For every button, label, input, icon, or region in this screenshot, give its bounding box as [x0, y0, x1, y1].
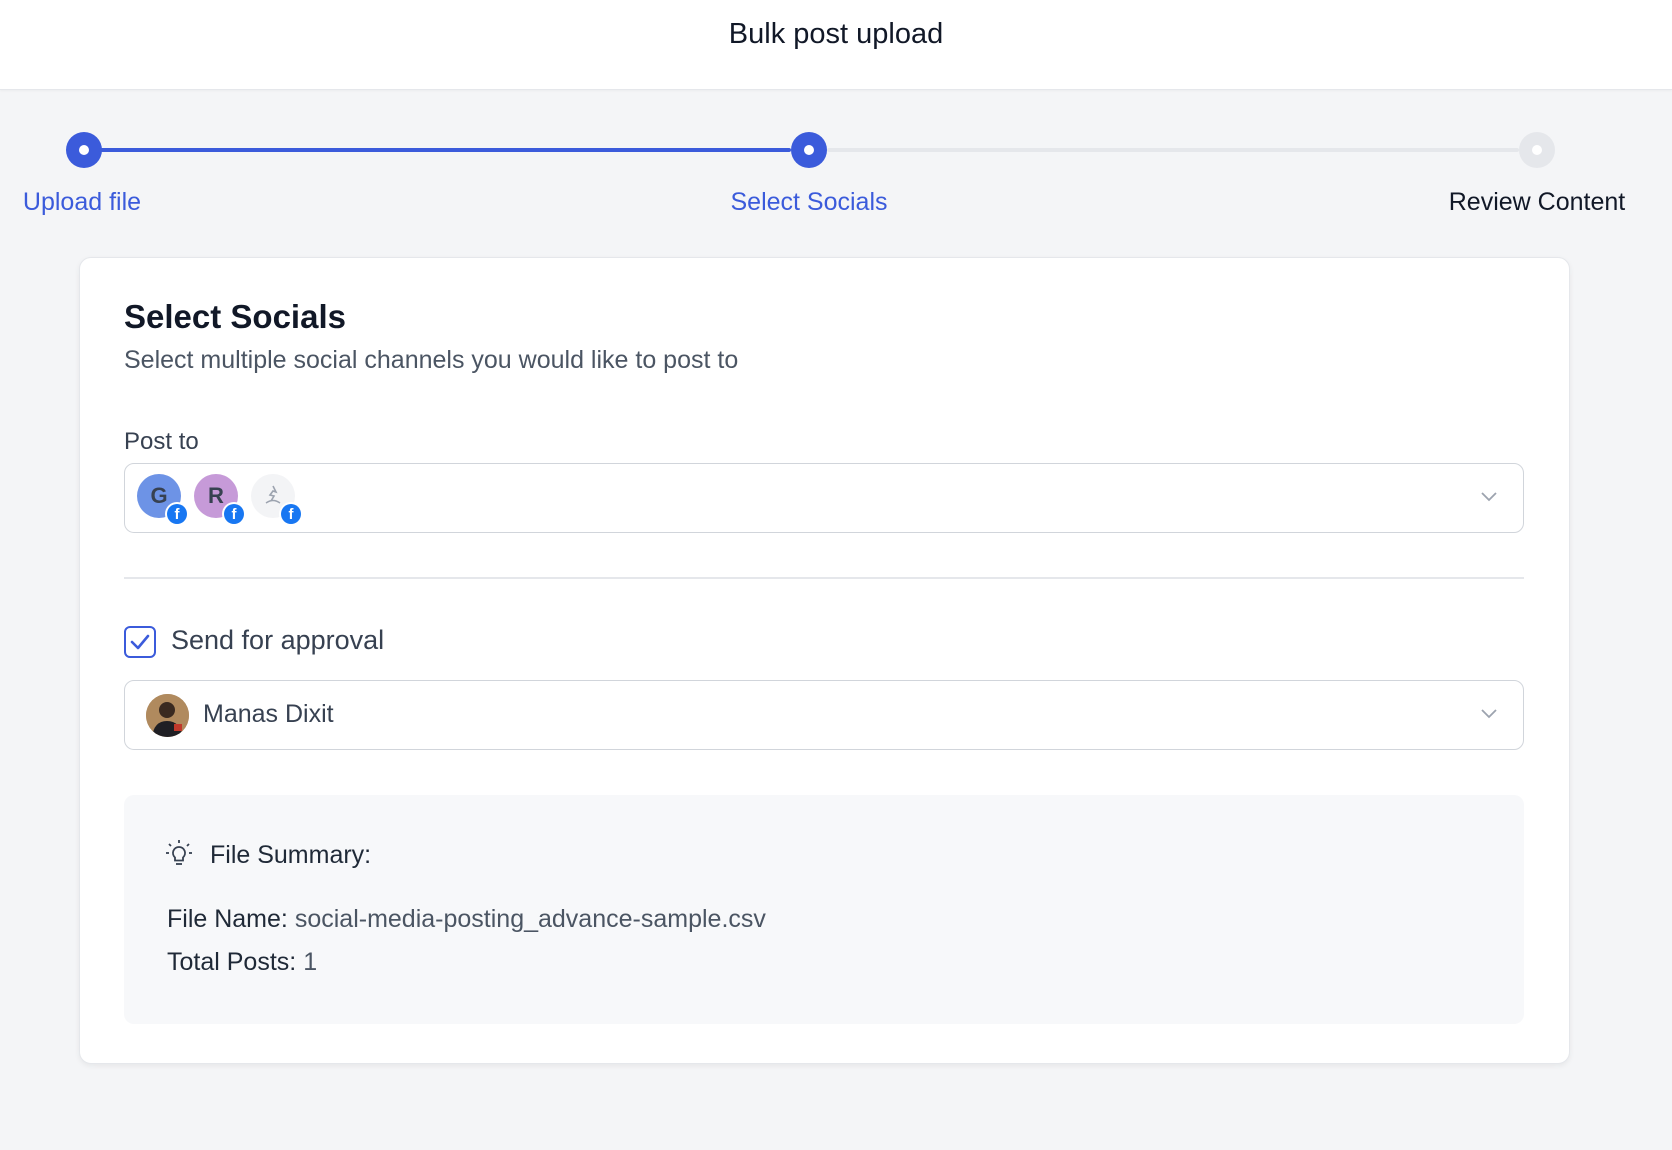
card-title: Select Socials — [124, 298, 346, 335]
chevron-down-icon[interactable] — [1479, 703, 1499, 723]
file-name-value: social-media-posting_advance-sample.csv — [294, 905, 766, 933]
channel-avatar[interactable]: f — [251, 474, 303, 526]
step-connector-completed — [99, 148, 791, 152]
select-socials-card: Select Socials Select multiple social ch… — [79, 257, 1570, 1064]
send-for-approval-checkbox[interactable] — [124, 626, 156, 658]
step-dot-select-socials[interactable] — [791, 132, 827, 168]
channel-avatar[interactable]: R f — [194, 474, 246, 526]
section-divider — [124, 577, 1524, 579]
total-posts-value: 1 — [303, 948, 318, 976]
total-posts-row: Total Posts: 1 — [167, 948, 317, 977]
facebook-icon: f — [279, 502, 303, 526]
facebook-icon: f — [222, 502, 246, 526]
step-label-select-socials[interactable]: Select Socials — [659, 188, 959, 217]
chevron-down-icon[interactable] — [1479, 486, 1499, 506]
page-header: Bulk post upload — [0, 0, 1672, 90]
step-label-upload-file[interactable]: Upload file — [0, 188, 232, 217]
card-subtitle: Select multiple social channels you woul… — [124, 346, 739, 374]
file-name-label: File Name: — [167, 905, 288, 933]
step-dot-upload-file[interactable] — [66, 132, 102, 168]
channel-avatar[interactable]: G f — [137, 474, 189, 526]
step-label-review-content: Review Content — [1448, 188, 1626, 216]
approver-name: Manas Dixit — [203, 700, 334, 728]
step-connector-upcoming — [827, 148, 1519, 152]
file-name-row: File Name: social-media-posting_advance-… — [167, 905, 766, 934]
user-photo-icon — [146, 694, 189, 737]
facebook-icon: f — [165, 502, 189, 526]
lightbulb-icon — [166, 840, 192, 865]
send-for-approval-label[interactable]: Send for approval — [171, 625, 384, 656]
avatar — [146, 694, 189, 737]
page-title: Bulk post upload — [728, 18, 944, 50]
post-to-select[interactable]: G f R f f — [124, 463, 1524, 533]
check-icon — [130, 634, 150, 650]
file-summary-title: File Summary: — [210, 841, 372, 869]
post-to-label: Post to — [124, 428, 199, 455]
step-dot-review-content — [1519, 132, 1555, 168]
total-posts-label: Total Posts: — [167, 948, 297, 976]
file-summary-panel: File Summary: File Name: social-media-po… — [124, 795, 1524, 1024]
approver-select[interactable]: Manas Dixit — [124, 680, 1524, 750]
